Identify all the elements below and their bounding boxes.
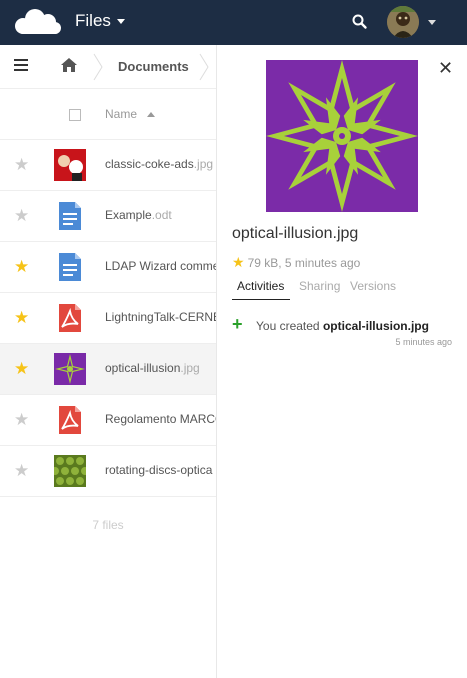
image-thumbnail [54, 353, 86, 385]
image-thumbnail [54, 149, 86, 181]
table-row[interactable]: ★ LDAP Wizard comme [0, 242, 216, 293]
app-menu[interactable]: Files [75, 11, 125, 31]
breadcrumb-current[interactable]: Documents [118, 59, 189, 74]
tab-sharing[interactable]: Sharing [299, 279, 340, 299]
table-row[interactable]: ★ optical-illusion.jpg [0, 344, 216, 395]
tab-activities[interactable]: Activities [232, 279, 291, 300]
table-row[interactable]: ★ LightningTalk-CERNB [0, 293, 216, 344]
favorite-star-icon[interactable]: ★ [14, 360, 29, 377]
favorite-star-icon[interactable]: ★ [14, 309, 29, 326]
select-all-checkbox[interactable] [69, 109, 81, 121]
sort-by-name[interactable]: Name [105, 107, 137, 121]
breadcrumb-bar: Documents [0, 45, 216, 89]
file-count-summary: 7 files [92, 518, 124, 532]
document-icon [59, 202, 81, 230]
file-name[interactable]: Example.odt [105, 208, 216, 222]
menu-icon[interactable] [14, 59, 28, 71]
favorite-star-icon[interactable]: ★ [14, 462, 29, 479]
search-icon[interactable] [351, 13, 369, 31]
file-name[interactable]: optical-illusion.jpg [105, 361, 216, 375]
breadcrumb-separator-icon [93, 53, 103, 81]
file-list: ★ classic-coke-ads.jpg ★ Example.odt ★ L… [0, 140, 216, 497]
details-sidebar: ✕ optical-illusion.jpg ★ 79 kB, 5 minute… [217, 45, 467, 678]
file-name[interactable]: Regolamento MARCO [105, 412, 216, 426]
table-row[interactable]: ★ Regolamento MARCO [0, 395, 216, 446]
add-icon: + [232, 314, 243, 334]
tab-versions[interactable]: Versions [350, 279, 396, 299]
favorite-star-icon[interactable]: ★ [14, 156, 29, 173]
sidebar-tabs: Activities Sharing Versions [232, 279, 452, 301]
pdf-icon [59, 304, 81, 332]
file-name[interactable]: rotating-discs-optica [105, 463, 216, 477]
file-name[interactable]: LDAP Wizard comme [105, 259, 216, 273]
home-icon[interactable] [60, 57, 78, 73]
table-row[interactable]: ★ Example.odt [0, 191, 216, 242]
avatar-image [387, 6, 419, 38]
caret-down-icon [116, 18, 125, 24]
favorite-star-icon[interactable]: ★ [232, 254, 245, 271]
caret-down-icon[interactable] [428, 20, 436, 25]
avatar[interactable] [387, 6, 419, 38]
file-name[interactable]: classic-coke-ads.jpg [105, 157, 216, 171]
table-row[interactable]: ★ rotating-discs-optica [0, 446, 216, 497]
sort-ascending-icon [147, 112, 155, 117]
activity-file-link[interactable]: optical-illusion.jpg [323, 319, 429, 333]
file-size-and-time: 79 kB, 5 minutes ago [247, 255, 361, 270]
favorite-star-icon[interactable]: ★ [14, 258, 29, 275]
file-preview-image [266, 60, 418, 212]
top-header: Files [0, 0, 467, 45]
app-name-label: Files [75, 11, 111, 30]
favorite-star-icon[interactable]: ★ [14, 411, 29, 428]
sidebar-file-meta: ★ 79 kB, 5 minutes ago [232, 254, 360, 271]
file-table-header: Name [0, 90, 216, 140]
favorite-star-icon[interactable]: ★ [14, 207, 29, 224]
activity-time: 5 minutes ago [395, 337, 452, 347]
breadcrumb-separator-icon [199, 53, 209, 81]
close-icon[interactable]: ✕ [438, 58, 453, 78]
activity-message: You created optical-illusion.jpg [256, 319, 429, 333]
pdf-icon [59, 406, 81, 434]
image-thumbnail [54, 455, 86, 487]
document-icon [59, 253, 81, 281]
table-row[interactable]: ★ classic-coke-ads.jpg [0, 140, 216, 191]
owncloud-logo-icon[interactable] [10, 7, 64, 37]
sidebar-file-title: optical-illusion.jpg [232, 225, 359, 242]
file-name[interactable]: LightningTalk-CERNB [105, 310, 216, 324]
